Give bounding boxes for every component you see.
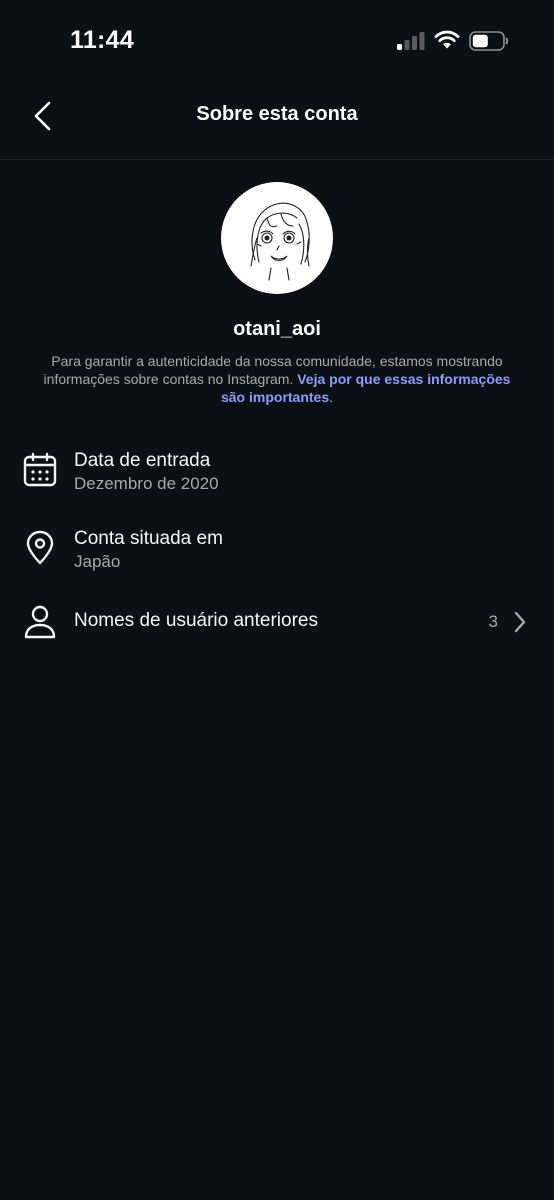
account-location-row: Conta situada em Japão <box>0 518 554 582</box>
page-title: Sobre esta conta <box>196 103 358 125</box>
status-bar: 11:44 <box>0 0 554 84</box>
wifi-icon <box>434 30 460 49</box>
date-joined-value: Dezembro de 2020 <box>74 474 219 493</box>
about-account-screen: 11:44 Sobre esta conta otani_aoi Para ga… <box>0 0 554 1200</box>
former-usernames-count: 3 <box>488 612 498 631</box>
info-end: . <box>329 389 334 405</box>
user-icon <box>24 605 56 639</box>
avatar <box>221 182 333 294</box>
former-usernames-label: Nomes de usuário anteriores <box>74 610 318 631</box>
location-pin-icon <box>26 530 54 565</box>
account-location-label: Conta situada em <box>74 528 223 549</box>
former-usernames-row[interactable]: Nomes de usuário anteriores 3 <box>0 590 554 654</box>
calendar-icon <box>23 452 57 487</box>
username: otani_aoi <box>233 318 321 340</box>
cellular-signal-icon <box>397 32 425 50</box>
account-location-value: Japão <box>74 552 121 571</box>
date-joined-row: Data de entrada Dezembro de 2020 <box>0 440 554 504</box>
header: Sobre esta conta <box>0 84 554 160</box>
battery-icon <box>469 31 509 51</box>
authenticity-info: Para garantir a autenticidade da nossa c… <box>40 352 514 406</box>
chevron-right-icon <box>514 611 526 633</box>
date-joined-label: Data de entrada <box>74 450 211 471</box>
status-time: 11:44 <box>70 26 135 54</box>
sketch-avatar <box>250 202 310 281</box>
